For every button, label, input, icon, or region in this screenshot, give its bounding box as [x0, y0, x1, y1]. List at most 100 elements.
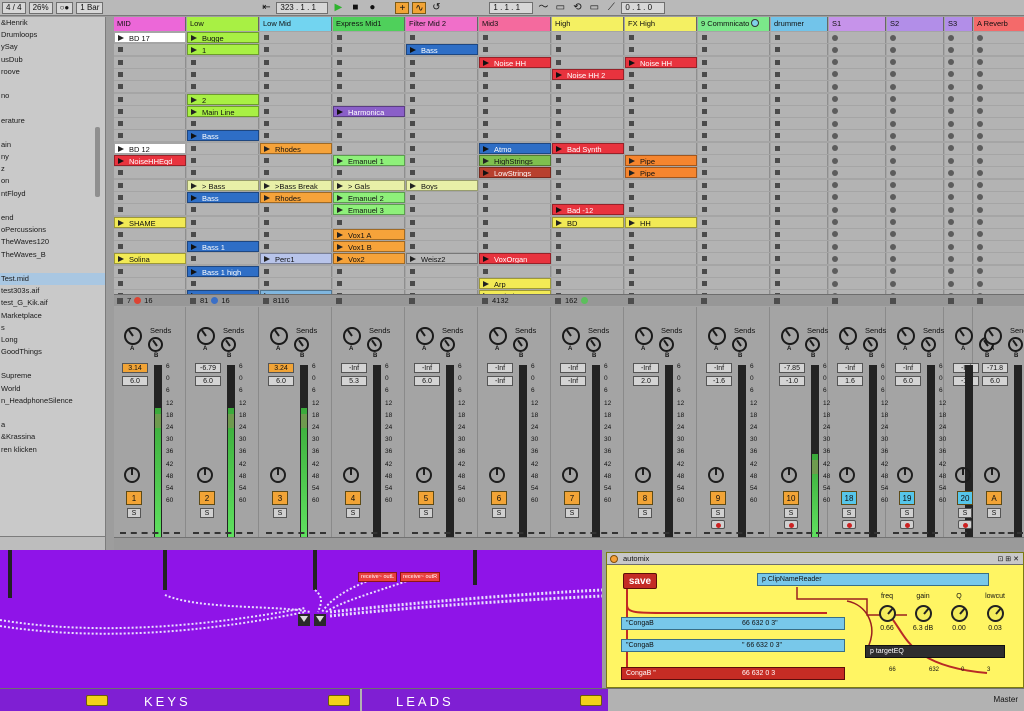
clip-record-slot[interactable]	[887, 93, 944, 105]
clip-slot[interactable]	[406, 105, 478, 117]
clip-record-slot[interactable]	[945, 93, 973, 105]
clip-slot[interactable]	[698, 216, 770, 228]
clip-launch-icon[interactable]	[410, 256, 416, 263]
clip-slot[interactable]	[406, 56, 478, 68]
pan-value[interactable]: -1.6	[706, 376, 732, 386]
track-activator[interactable]: 7	[564, 491, 580, 505]
slope-icon[interactable]: ⟋	[604, 2, 618, 14]
track-header[interactable]: S3	[945, 17, 973, 31]
browser-item[interactable]: ren klicken	[0, 444, 105, 456]
clip-slot[interactable]	[114, 179, 186, 191]
clip[interactable]: Bad Synth	[552, 142, 624, 154]
clip-record-slot[interactable]	[945, 56, 973, 68]
clip-record-slot[interactable]	[945, 265, 973, 277]
clip[interactable]: HH	[625, 216, 697, 228]
clip[interactable]: Vox1 A	[333, 228, 405, 240]
send-a-knob[interactable]	[489, 327, 507, 345]
clip-slot[interactable]	[260, 68, 332, 80]
overdub-icon[interactable]: +	[395, 1, 410, 14]
track-header[interactable]: Filter Mid 2	[406, 17, 478, 31]
clip-record-slot[interactable]	[829, 265, 886, 277]
clip-slot[interactable]	[625, 118, 697, 130]
clip-record-slot[interactable]	[887, 68, 944, 80]
solo-button[interactable]: S	[900, 508, 914, 518]
clip-launch-icon[interactable]	[191, 96, 197, 103]
clip-slot[interactable]	[625, 265, 697, 277]
clip-launch-icon[interactable]	[118, 219, 124, 226]
clip-slot[interactable]	[406, 142, 478, 154]
clip-launch-icon[interactable]	[337, 256, 343, 263]
send-a-knob[interactable]	[343, 327, 361, 345]
clip[interactable]: Weisz2	[406, 253, 478, 265]
pan-knob[interactable]	[416, 467, 432, 483]
clip-slot[interactable]	[625, 81, 697, 93]
clip-record-slot[interactable]	[945, 118, 973, 130]
clip-record-slot[interactable]	[887, 191, 944, 203]
clip-record-slot[interactable]	[829, 68, 886, 80]
clip-record-slot[interactable]	[829, 253, 886, 265]
clip-slot[interactable]	[114, 118, 186, 130]
clip-record-slot[interactable]	[887, 81, 944, 93]
track-activator[interactable]: 20	[957, 491, 973, 505]
pan-value[interactable]: 6.0	[982, 376, 1008, 386]
clip-record-slot[interactable]	[945, 228, 973, 240]
clip-slot[interactable]	[771, 167, 828, 179]
clip-launch-icon[interactable]	[410, 182, 416, 189]
solo-button[interactable]: S	[638, 508, 652, 518]
clip-launch-icon[interactable]	[556, 219, 562, 226]
pan-knob[interactable]	[897, 467, 913, 483]
clip-launch-icon[interactable]	[337, 182, 343, 189]
loop-switch-icon[interactable]: ⟲	[570, 2, 584, 14]
clip[interactable]: Perc1	[260, 253, 332, 265]
save-button[interactable]: save	[623, 573, 657, 589]
pan-value[interactable]: 6.0	[895, 376, 921, 386]
clip[interactable]: Bass	[187, 191, 259, 203]
clip[interactable]: >Bass Break	[260, 179, 332, 191]
clip-slot[interactable]	[771, 191, 828, 203]
clip-slot[interactable]	[552, 278, 624, 289]
clip[interactable]: > Bass	[187, 179, 259, 191]
clip-slot[interactable]	[771, 68, 828, 80]
clip-record-slot[interactable]	[829, 118, 886, 130]
track-activator[interactable]: A	[986, 491, 1002, 505]
clip-slot[interactable]	[771, 44, 828, 56]
clip[interactable]: Noise HH	[479, 56, 551, 68]
clip-launch-icon[interactable]	[264, 182, 270, 189]
solo-button[interactable]: S	[784, 508, 798, 518]
clip-record-slot[interactable]	[829, 81, 886, 93]
pan-value[interactable]: 6.0	[414, 376, 440, 386]
clip-slot[interactable]	[625, 105, 697, 117]
time-signature[interactable]: 4 / 4	[2, 1, 26, 14]
clip-slot[interactable]	[260, 105, 332, 117]
clip[interactable]: VoxOrgan	[479, 253, 551, 265]
clip-slot[interactable]	[552, 105, 624, 117]
clip-slot[interactable]	[479, 216, 551, 228]
clip-record-slot[interactable]	[887, 228, 944, 240]
zoom-level[interactable]: 26%	[28, 1, 53, 14]
volume-value[interactable]: 3.14	[122, 363, 148, 373]
volume-value[interactable]: -Inf	[414, 363, 440, 373]
clip[interactable]: Rhodes	[260, 142, 332, 154]
record-icon[interactable]: ●	[365, 2, 379, 14]
clip-record-slot[interactable]	[945, 105, 973, 117]
clip-slot[interactable]	[333, 93, 405, 105]
clip-slot[interactable]	[260, 155, 332, 166]
eq-dial[interactable]	[987, 605, 1004, 622]
clip-record-slot[interactable]	[974, 241, 1024, 253]
browser-item[interactable]: end	[0, 212, 105, 224]
clip-slot[interactable]	[187, 118, 259, 130]
volume-value[interactable]: -7.85	[779, 363, 805, 373]
clip-slot[interactable]	[406, 130, 478, 142]
browser-item[interactable]: no	[0, 90, 105, 102]
clip-slot[interactable]	[771, 228, 828, 240]
clip-slot[interactable]	[114, 167, 186, 179]
track-header[interactable]: High	[552, 17, 624, 31]
send-b-knob[interactable]	[221, 337, 236, 352]
clip-slot[interactable]	[698, 241, 770, 253]
browser-item[interactable]: roove	[0, 66, 105, 78]
clip[interactable]: Arp	[479, 278, 551, 289]
clip-slot[interactable]	[552, 81, 624, 93]
track-stop-icon[interactable]	[628, 297, 634, 304]
clip-slot[interactable]	[406, 265, 478, 277]
volume-value[interactable]: -Inf	[341, 363, 367, 373]
